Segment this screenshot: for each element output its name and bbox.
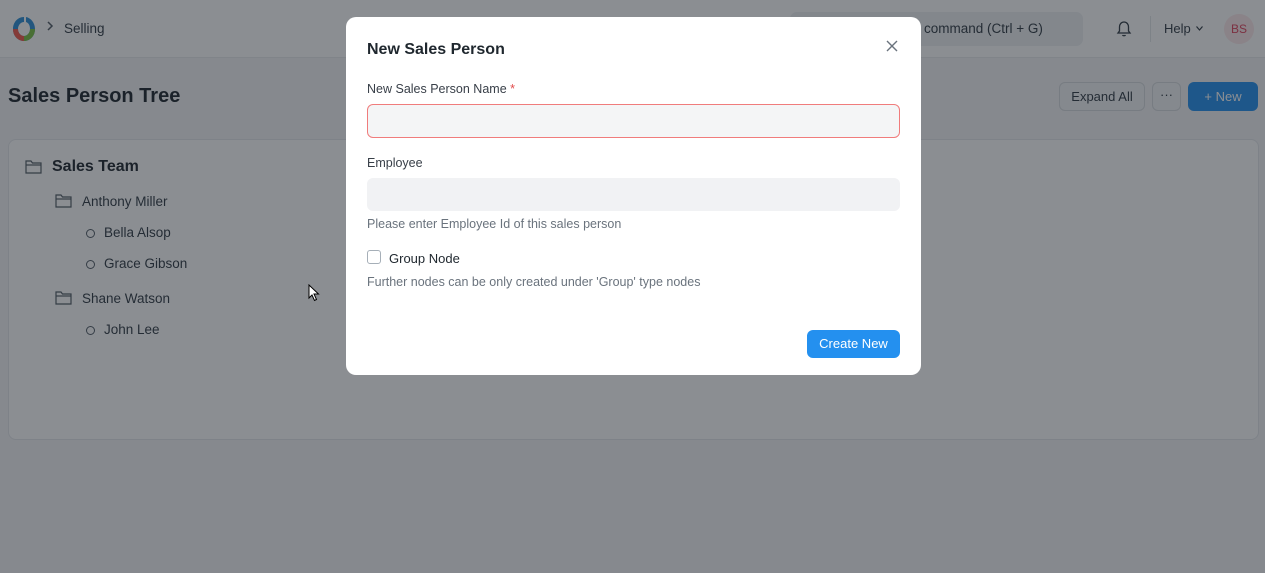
dialog-title: New Sales Person: [367, 41, 505, 58]
sales-person-name-input[interactable]: [367, 104, 900, 138]
create-new-button[interactable]: Create New: [807, 330, 900, 358]
employee-help-text: Please enter Employee Id of this sales p…: [367, 217, 622, 231]
group-node-help-text: Further nodes can be only created under …: [367, 275, 701, 289]
group-node-label[interactable]: Group Node: [389, 251, 460, 266]
group-node-checkbox[interactable]: [367, 250, 381, 264]
name-field-label: New Sales Person Name *: [367, 82, 515, 96]
new-sales-person-dialog: New Sales Person New Sales Person Name *…: [346, 17, 921, 375]
employee-field-label: Employee: [367, 156, 423, 170]
name-label-text: New Sales Person Name: [367, 82, 507, 96]
required-marker: *: [510, 82, 516, 96]
close-icon[interactable]: [885, 39, 899, 53]
mouse-cursor-icon: [308, 284, 320, 302]
employee-input[interactable]: [367, 178, 900, 211]
